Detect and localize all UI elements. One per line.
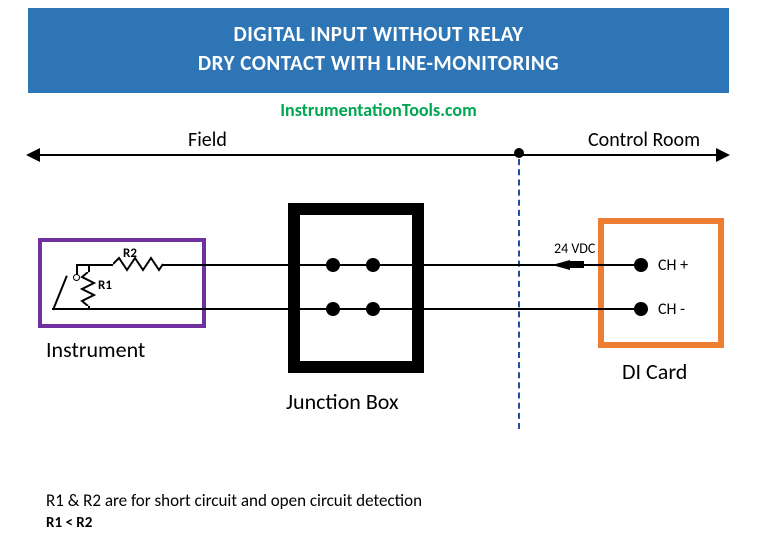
wire-bottom-inst-junc bbox=[206, 308, 334, 310]
wire-bottom-internal bbox=[52, 308, 208, 310]
junction-box-label: Junction Box bbox=[286, 388, 399, 415]
wire-r1-top bbox=[88, 264, 90, 272]
diagram-canvas: Field Control Room Instrument R2 R1 Junc… bbox=[28, 138, 728, 538]
title-line-2: DRY CONTACT WITH LINE-MONITORING bbox=[38, 49, 719, 78]
voltage-label: 24 VDC bbox=[554, 240, 595, 257]
voltage-arrow-tail bbox=[570, 261, 584, 268]
field-control-divider bbox=[518, 149, 520, 429]
wire-top-junc-di bbox=[378, 264, 640, 266]
source-link: InstrumentationTools.com bbox=[0, 99, 757, 121]
title-line-1: DIGITAL INPUT WITHOUT RELAY bbox=[38, 20, 719, 49]
arrow-right-icon bbox=[716, 148, 730, 162]
ch-minus-label: CH - bbox=[658, 300, 685, 319]
field-label: Field bbox=[188, 128, 227, 152]
wire-r2-right bbox=[163, 264, 208, 266]
wire-top-inst-junc bbox=[206, 264, 334, 266]
footnote-relation: R1 < R2 bbox=[46, 514, 92, 532]
title-bar: DIGITAL INPUT WITHOUT RELAY DRY CONTACT … bbox=[28, 8, 729, 93]
wire-r2-left bbox=[76, 264, 113, 266]
wire-bottom-junc-di bbox=[378, 308, 640, 310]
switch-terminal-icon bbox=[73, 274, 80, 281]
resistor-r2 bbox=[113, 256, 163, 272]
footnote-description: R1 & R2 are for short circuit and open c… bbox=[46, 490, 422, 511]
di-card-box bbox=[598, 218, 724, 348]
wire-junc-top-bridge bbox=[338, 264, 368, 266]
ch-plus-label: CH + bbox=[658, 256, 688, 275]
instrument-label: Instrument bbox=[46, 336, 145, 363]
region-divider-line bbox=[28, 154, 728, 156]
resistor-r1 bbox=[80, 272, 96, 306]
control-room-label: Control Room bbox=[588, 128, 700, 152]
r1-label: R1 bbox=[98, 278, 112, 293]
junction-box bbox=[288, 203, 424, 373]
wire-junc-bottom-bridge bbox=[338, 308, 368, 310]
arrow-left-icon bbox=[26, 148, 40, 162]
di-card-label: DI Card bbox=[622, 358, 687, 385]
voltage-arrow-icon bbox=[552, 260, 570, 270]
